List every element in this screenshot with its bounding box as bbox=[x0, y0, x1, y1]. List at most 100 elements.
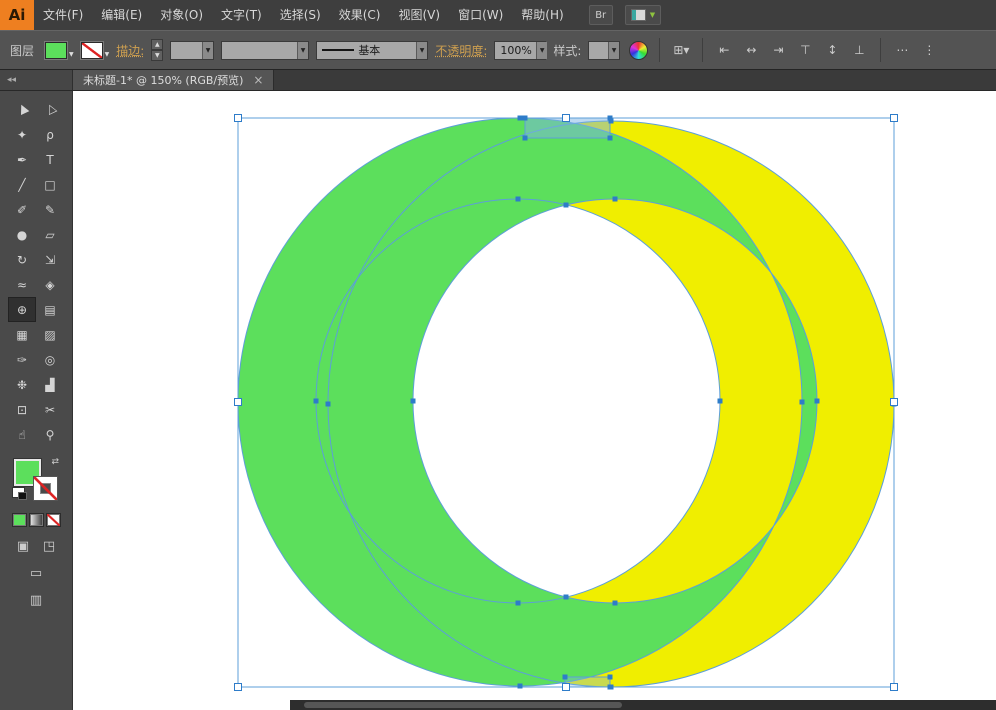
horizontal-scrollbar[interactable] bbox=[290, 700, 996, 710]
brush-stroke-preview-icon bbox=[322, 49, 354, 51]
swap-fill-stroke-icon[interactable]: ⇄ bbox=[51, 457, 59, 467]
panel-collapse-icon[interactable]: ◂◂ bbox=[0, 70, 73, 90]
tool-magic-wand[interactable]: ✦ bbox=[8, 122, 36, 147]
chevron-down-icon[interactable]: ▼ bbox=[608, 42, 620, 59]
tools-panel: ▶ ▷ ✦ ρ ✒ T ╱ □ ✐ ✎ ● ▱ ↻ ⇲ ≈ ◈ ⊕ ▤ ▦ ▨ bbox=[0, 91, 73, 710]
style-dropdown[interactable]: ▼ bbox=[588, 41, 620, 60]
stroke-color-well[interactable]: ▼ bbox=[81, 42, 110, 59]
bridge-icon[interactable]: Br bbox=[589, 5, 613, 25]
tools-grid: ▶ ▷ ✦ ρ ✒ T ╱ □ ✐ ✎ ● ▱ ↻ ⇲ ≈ ◈ ⊕ ▤ ▦ ▨ bbox=[8, 97, 64, 447]
fill-stroke-widget: ⇄ bbox=[12, 457, 60, 501]
stroke-weight-stepper[interactable]: ▲ ▼ bbox=[151, 39, 163, 61]
tool-symbol-sprayer[interactable]: ❉ bbox=[8, 372, 36, 397]
menu-bar: Ai 文件(F) 编辑(E) 对象(O) 文字(T) 选择(S) 效果(C) 视… bbox=[0, 0, 996, 30]
panel-stack-row: ▥ bbox=[27, 592, 45, 608]
main-area: ▶ ▷ ✦ ρ ✒ T ╱ □ ✐ ✎ ● ▱ ↻ ⇲ ≈ ◈ ⊕ ▤ ▦ ▨ bbox=[0, 91, 996, 710]
tool-artboard[interactable]: ⊡ bbox=[8, 397, 36, 422]
transform-menu-icon[interactable]: ⊞▾ bbox=[671, 40, 691, 60]
tool-lasso[interactable]: ρ bbox=[36, 122, 64, 147]
menu-select[interactable]: 选择(S) bbox=[271, 0, 330, 30]
draw-normal-icon[interactable]: ▣ bbox=[14, 538, 32, 554]
canvas-area[interactable] bbox=[73, 91, 996, 710]
align-left-icon[interactable]: ⇤ bbox=[714, 40, 734, 60]
tool-blob-brush[interactable]: ● bbox=[8, 222, 36, 247]
tool-perspective-grid[interactable]: ▤ bbox=[36, 297, 64, 322]
brush-definition-dropdown[interactable]: 基本 ▼ bbox=[316, 41, 428, 60]
align-top-icon[interactable]: ⊤ bbox=[795, 40, 815, 60]
chevron-down-icon: ▼ bbox=[69, 52, 74, 59]
chevron-down-icon[interactable]: ▼ bbox=[536, 42, 548, 59]
chevron-down-icon[interactable]: ▼ bbox=[416, 42, 428, 59]
distribute-horizontal-icon[interactable]: ⋯ bbox=[892, 40, 912, 60]
divider bbox=[702, 38, 703, 62]
tool-hand[interactable]: ☝ bbox=[8, 422, 36, 447]
tool-pen[interactable]: ✒ bbox=[8, 147, 36, 172]
small-rectangle-shape-bottom[interactable] bbox=[565, 677, 610, 687]
fill-color-well[interactable]: ▼ bbox=[45, 42, 74, 59]
chevron-down-icon[interactable]: ▼ bbox=[202, 42, 214, 59]
menu-edit[interactable]: 编辑(E) bbox=[92, 0, 151, 30]
screen-mode-icon[interactable]: ▭ bbox=[27, 565, 45, 581]
stepper-up-icon[interactable]: ▲ bbox=[151, 39, 163, 50]
menu-file[interactable]: 文件(F) bbox=[34, 0, 92, 30]
workspace-switcher[interactable]: ▼ bbox=[625, 5, 661, 25]
tool-blend[interactable]: ◎ bbox=[36, 347, 64, 372]
menu-bar-icons: Br ▼ bbox=[589, 5, 661, 25]
tool-shape-builder[interactable]: ⊕ bbox=[8, 297, 36, 322]
toolbar-stroke-none-swatch[interactable] bbox=[33, 476, 58, 501]
scrollbar-thumb[interactable] bbox=[304, 702, 622, 708]
tool-line[interactable]: ╱ bbox=[8, 172, 36, 197]
draw-behind-icon[interactable]: ◳ bbox=[40, 538, 58, 554]
tool-column-graph[interactable]: ▟ bbox=[36, 372, 64, 397]
tool-free-transform[interactable]: ◈ bbox=[36, 272, 64, 297]
align-middle-vertical-icon[interactable]: ↕ bbox=[822, 40, 842, 60]
tool-zoom[interactable]: ⚲ bbox=[36, 422, 64, 447]
default-swatches-icon[interactable] bbox=[12, 487, 25, 498]
tool-eraser[interactable]: ▱ bbox=[36, 222, 64, 247]
opacity-dropdown[interactable]: 100% ▼ bbox=[494, 41, 546, 60]
width-profile-dropdown[interactable]: ▼ bbox=[221, 41, 309, 60]
chevron-down-icon: ▼ bbox=[650, 11, 655, 19]
tool-slice[interactable]: ✂ bbox=[36, 397, 64, 422]
tool-rectangle[interactable]: □ bbox=[36, 172, 64, 197]
tool-mesh[interactable]: ▦ bbox=[8, 322, 36, 347]
control-bar: 图层 ▼ ▼ 描边: ▲ ▼ ▼ ▼ 基本 ▼ 不透明度: 100% bbox=[0, 30, 996, 70]
gradient-button[interactable] bbox=[29, 513, 44, 527]
tool-width[interactable]: ≈ bbox=[8, 272, 36, 297]
panel-stack-icon[interactable]: ▥ bbox=[27, 592, 45, 608]
menu-type[interactable]: 文字(T) bbox=[212, 0, 271, 30]
document-title: 未标题-1* @ 150% (RGB/预览) bbox=[83, 72, 243, 88]
chevron-down-icon: ▼ bbox=[105, 52, 110, 59]
menu-object[interactable]: 对象(O) bbox=[151, 0, 212, 30]
chevron-down-icon[interactable]: ▼ bbox=[297, 42, 309, 59]
menu-view[interactable]: 视图(V) bbox=[389, 0, 449, 30]
workspace-layout-icon bbox=[631, 9, 646, 21]
menu-help[interactable]: 帮助(H) bbox=[512, 0, 572, 30]
drawing-mode-buttons: ▣ ◳ bbox=[14, 538, 58, 554]
brush-definition-value: 基本 bbox=[358, 42, 380, 58]
menu-window[interactable]: 窗口(W) bbox=[449, 0, 512, 30]
stroke-label[interactable]: 描边: bbox=[116, 42, 144, 59]
opacity-label[interactable]: 不透明度: bbox=[435, 42, 487, 59]
none-button[interactable] bbox=[46, 513, 61, 527]
tool-eyedropper[interactable]: ✑ bbox=[8, 347, 36, 372]
menu-effect[interactable]: 效果(C) bbox=[330, 0, 390, 30]
tool-paintbrush[interactable]: ✐ bbox=[8, 197, 36, 222]
align-center-horizontal-icon[interactable]: ↔ bbox=[741, 40, 761, 60]
align-right-icon[interactable]: ⇥ bbox=[768, 40, 788, 60]
tool-gradient[interactable]: ▨ bbox=[36, 322, 64, 347]
stroke-none-swatch bbox=[81, 42, 103, 59]
close-icon[interactable]: × bbox=[253, 73, 263, 87]
divider bbox=[880, 38, 881, 62]
recolor-artwork-icon[interactable] bbox=[629, 41, 648, 60]
distribute-vertical-icon[interactable]: ⋮ bbox=[919, 40, 939, 60]
tool-type[interactable]: T bbox=[36, 147, 64, 172]
align-bottom-icon[interactable]: ⊥ bbox=[849, 40, 869, 60]
tool-pencil[interactable]: ✎ bbox=[36, 197, 64, 222]
color-button[interactable] bbox=[12, 513, 27, 527]
stroke-weight-dropdown[interactable]: ▼ bbox=[170, 41, 214, 60]
tool-rotate[interactable]: ↻ bbox=[8, 247, 36, 272]
stepper-down-icon[interactable]: ▼ bbox=[151, 50, 163, 61]
document-tab[interactable]: 未标题-1* @ 150% (RGB/预览) × bbox=[73, 70, 274, 90]
tool-scale[interactable]: ⇲ bbox=[36, 247, 64, 272]
